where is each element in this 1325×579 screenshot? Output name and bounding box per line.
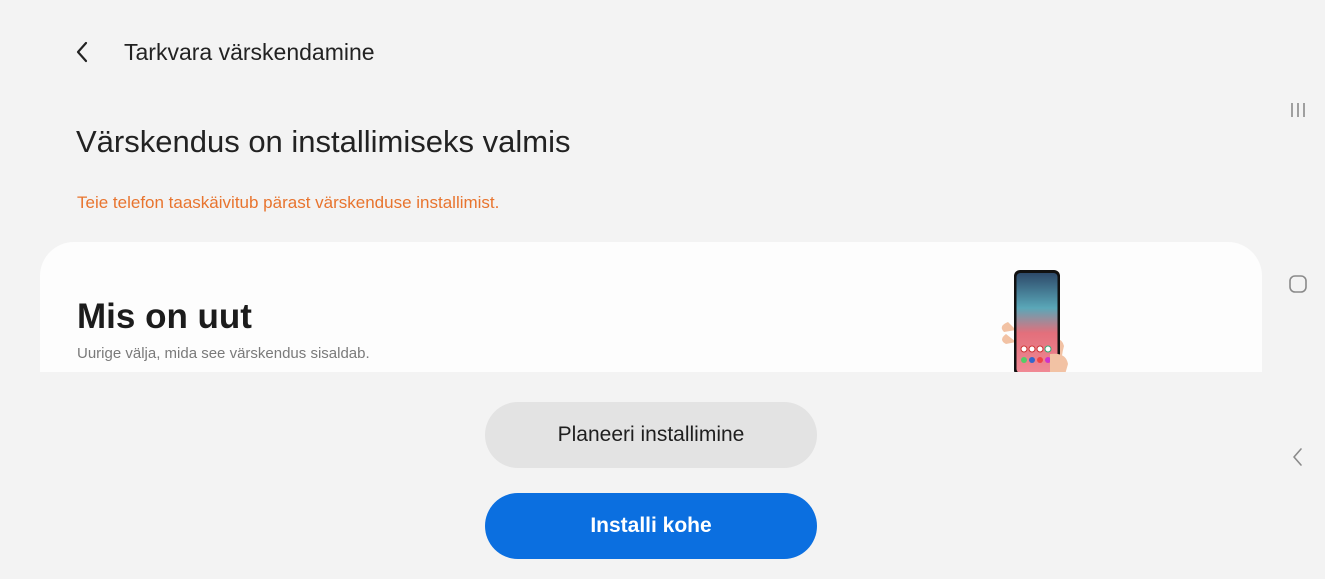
navigation-bar bbox=[1270, 0, 1325, 579]
phone-in-hand-illustration bbox=[1001, 270, 1068, 372]
home-icon bbox=[1289, 275, 1307, 293]
schedule-install-button[interactable]: Planeeri installimine bbox=[485, 402, 817, 468]
home-button[interactable] bbox=[1282, 268, 1314, 300]
restart-warning: Teie telefon taaskäivitub pärast värsken… bbox=[77, 193, 500, 212]
back-icon bbox=[1293, 448, 1302, 466]
whats-new-card[interactable]: Mis on uut Uurige välja, mida see värske… bbox=[40, 242, 1262, 372]
chevron-left-icon bbox=[76, 41, 88, 63]
install-now-button[interactable]: Installi kohe bbox=[485, 493, 817, 559]
app-bar-title: Tarkvara värskendamine bbox=[124, 38, 375, 65]
recent-apps-button[interactable] bbox=[1282, 94, 1314, 126]
back-button[interactable] bbox=[66, 36, 98, 68]
page-title: Värskendus on installimiseks valmis bbox=[76, 124, 571, 159]
whats-new-subtitle: Uurige välja, mida see värskendus sisald… bbox=[77, 345, 370, 362]
system-back-button[interactable] bbox=[1282, 441, 1314, 473]
recent-apps-icon bbox=[1291, 103, 1305, 117]
update-screen: Tarkvara värskendamine Värskendus on ins… bbox=[0, 0, 1325, 579]
whats-new-title: Mis on uut bbox=[77, 297, 252, 336]
app-bar: Tarkvara värskendamine bbox=[66, 36, 375, 68]
